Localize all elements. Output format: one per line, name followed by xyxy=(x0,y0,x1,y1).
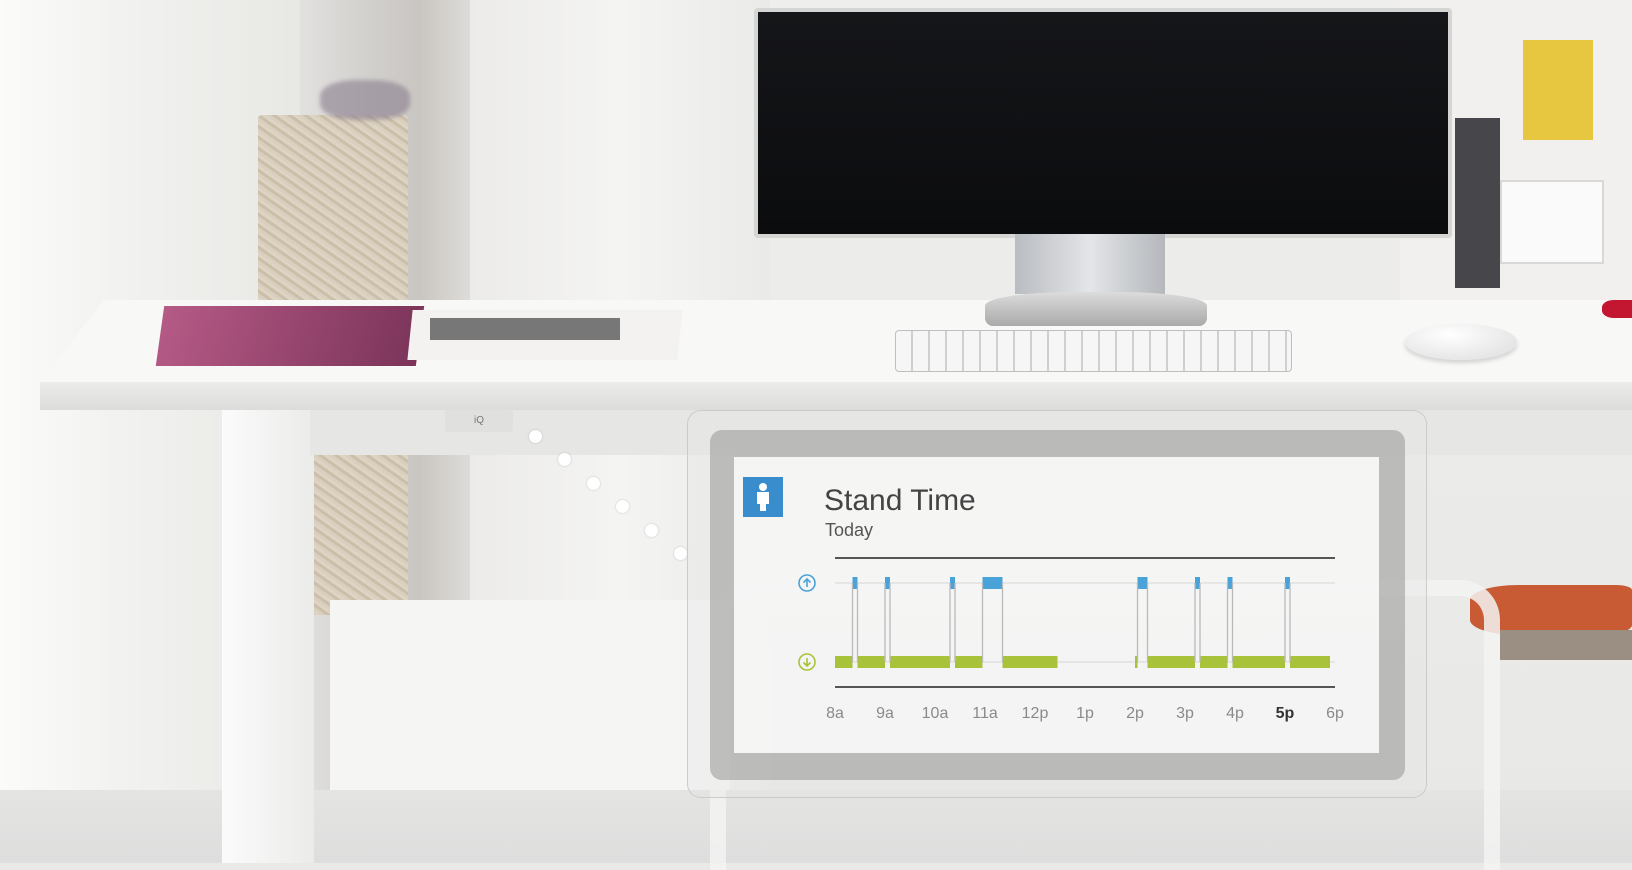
sitting-bar xyxy=(1147,656,1195,668)
sitting-bar xyxy=(890,656,950,668)
desk-leg xyxy=(222,410,314,863)
person-icon xyxy=(757,483,769,511)
standing-bar xyxy=(852,577,858,589)
mouse xyxy=(1405,324,1517,360)
tick-label: 3p xyxy=(1176,705,1194,722)
desk-photo: iQ Stand Time Today 8a 9a 10a 11a 12p 1p 2p 3p 4… xyxy=(0,0,1632,870)
tick-label: 10a xyxy=(922,705,949,722)
sitting-bar xyxy=(1290,656,1330,668)
sitting-bar xyxy=(1232,656,1285,668)
keyboard xyxy=(895,330,1292,372)
sitting-bar xyxy=(835,656,853,668)
connector-dot xyxy=(616,500,629,513)
connector-dot xyxy=(645,524,658,537)
connector-dot xyxy=(674,547,687,560)
tick-label: 5p xyxy=(1276,705,1295,722)
tick-label: 11a xyxy=(972,705,998,722)
stand-time-chart: 8a 9a 10a 11a 12p 1p 2p 3p 4p 5p 6p xyxy=(798,557,1344,722)
card-subtitle: Today xyxy=(825,520,874,540)
picture-frame xyxy=(1500,180,1604,264)
up-arrow xyxy=(802,577,812,587)
red-object xyxy=(1602,300,1632,318)
sitting-bar xyxy=(1002,656,1058,668)
connector-dot xyxy=(587,477,600,490)
tick-label: 2p xyxy=(1126,705,1144,722)
standing-bar xyxy=(1195,577,1200,589)
yellow-poster xyxy=(1523,40,1593,140)
standing-bar xyxy=(885,577,890,589)
sitting-bar xyxy=(1200,656,1228,668)
tick-label: 4p xyxy=(1226,705,1244,722)
desk-edge xyxy=(40,382,1632,410)
tick-label: 8a xyxy=(826,705,844,722)
tick-label: 1p xyxy=(1076,705,1094,722)
down-arrow xyxy=(802,658,812,668)
standing-bar xyxy=(1227,577,1233,589)
books xyxy=(1500,630,1632,660)
tick-label: 6p xyxy=(1326,705,1344,722)
standing-bar xyxy=(1137,577,1148,589)
dark-print xyxy=(1455,118,1500,288)
monitor-stand xyxy=(1015,234,1165,294)
desk-controller: iQ xyxy=(445,410,513,432)
lower-shelf xyxy=(330,600,730,800)
standing-bar xyxy=(1285,577,1290,589)
connector-dot xyxy=(529,430,542,443)
sitting-bar xyxy=(857,656,885,668)
magazine xyxy=(155,300,683,368)
dried-flowers xyxy=(320,80,410,120)
standing-bar xyxy=(982,577,1003,589)
monitor xyxy=(754,8,1452,238)
standing-bar xyxy=(950,577,955,589)
monitor-foot xyxy=(985,292,1207,326)
connector-dot xyxy=(558,453,571,466)
tick-label: 9a xyxy=(876,705,894,722)
badge xyxy=(743,477,783,517)
sitting-bar xyxy=(955,656,983,668)
tick-label: 12p xyxy=(1022,705,1049,722)
magazine-photo xyxy=(430,318,620,340)
magazine-cover xyxy=(155,306,425,366)
card-title: Stand Time xyxy=(824,484,976,517)
